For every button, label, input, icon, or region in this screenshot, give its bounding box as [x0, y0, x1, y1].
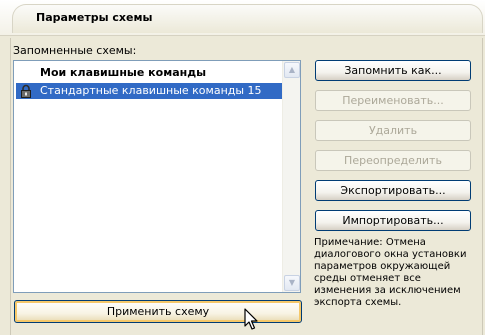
- delete-button[interactable]: Удалить: [315, 120, 471, 141]
- schemes-list-label: Запомненные схемы:: [13, 44, 137, 57]
- list-item-user-scheme[interactable]: Мои клавишные команды: [16, 65, 284, 81]
- list-item-standard-scheme[interactable]: Стандартные клавишные команды 15: [16, 83, 284, 99]
- lock-icon: [21, 84, 31, 98]
- scroll-up-icon[interactable]: ▲: [284, 62, 300, 78]
- schemes-listbox[interactable]: Мои клавишные команды Стандартные клавиш…: [13, 60, 301, 293]
- frame-right-line: [482, 38, 483, 335]
- mouse-cursor-icon: [244, 308, 258, 330]
- page-title: Параметры схемы: [36, 11, 153, 24]
- scroll-down-icon[interactable]: ▼: [284, 275, 300, 291]
- export-button[interactable]: Экспортировать...: [315, 180, 471, 201]
- note-text: Примечание: Отмена диалогового окна уста…: [314, 237, 467, 308]
- list-item-label: Стандартные клавишные команды 15: [40, 84, 262, 97]
- import-button[interactable]: Импортировать...: [315, 210, 471, 231]
- frame-left-line: [10, 38, 11, 335]
- rename-button[interactable]: Переименовать...: [315, 90, 471, 111]
- redefine-button[interactable]: Переопределить: [315, 150, 471, 171]
- save-as-button[interactable]: Запомнить как...: [315, 60, 471, 81]
- schemes-scrollbar[interactable]: ▲ ▼: [282, 61, 300, 292]
- list-item-label: Мои клавишные команды: [40, 66, 207, 79]
